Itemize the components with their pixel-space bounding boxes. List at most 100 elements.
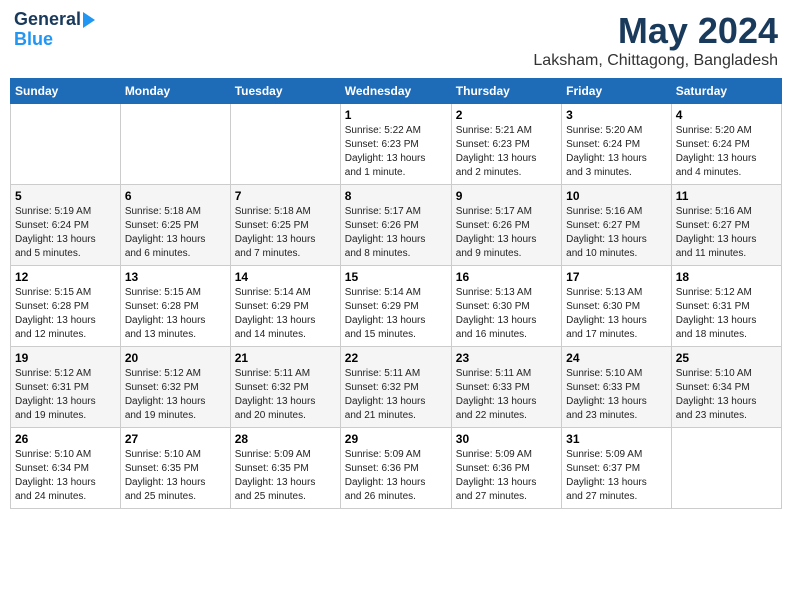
day-cell — [11, 104, 121, 185]
logo-blue-text: Blue — [14, 29, 53, 49]
day-info: Sunrise: 5:12 AMSunset: 6:32 PMDaylight:… — [125, 367, 226, 423]
day-info: Sunrise: 5:10 AMSunset: 6:34 PMDaylight:… — [676, 367, 777, 423]
day-info: Sunrise: 5:10 AMSunset: 6:35 PMDaylight:… — [125, 448, 226, 504]
day-info: Sunrise: 5:15 AMSunset: 6:28 PMDaylight:… — [15, 286, 116, 342]
header-friday: Friday — [562, 79, 672, 104]
week-row-2: 5 Sunrise: 5:19 AMSunset: 6:24 PMDaylight… — [11, 185, 782, 266]
day-info: Sunrise: 5:15 AMSunset: 6:28 PMDaylight:… — [125, 286, 226, 342]
day-number: 7 — [235, 189, 336, 203]
day-info: Sunrise: 5:18 AMSunset: 6:25 PMDaylight:… — [235, 205, 336, 261]
day-number: 22 — [345, 351, 447, 365]
day-cell: 9 Sunrise: 5:17 AMSunset: 6:26 PMDaylight… — [451, 185, 561, 266]
day-number: 16 — [456, 270, 557, 284]
day-info: Sunrise: 5:17 AMSunset: 6:26 PMDaylight:… — [456, 205, 557, 261]
day-info: Sunrise: 5:11 AMSunset: 6:33 PMDaylight:… — [456, 367, 557, 423]
day-number: 13 — [125, 270, 226, 284]
day-number: 10 — [566, 189, 667, 203]
day-info: Sunrise: 5:19 AMSunset: 6:24 PMDaylight:… — [15, 205, 116, 261]
month-title: May 2024 — [533, 10, 778, 52]
day-cell: 29Sunrise: 5:09 AMSunset: 6:36 PMDayligh… — [340, 428, 451, 509]
day-info: Sunrise: 5:11 AMSunset: 6:32 PMDaylight:… — [235, 367, 336, 423]
day-number: 14 — [235, 270, 336, 284]
day-cell: 31Sunrise: 5:09 AMSunset: 6:37 PMDayligh… — [562, 428, 672, 509]
day-cell: 2Sunrise: 5:21 AMSunset: 6:23 PMDaylight… — [451, 104, 561, 185]
day-cell: 15 Sunrise: 5:14 AMSunset: 6:29 PMDayligh… — [340, 266, 451, 347]
day-info: Sunrise: 5:20 AMSunset: 6:24 PMDaylight:… — [566, 124, 667, 180]
page-header: General Blue May 2024 Laksham, Chittagon… — [10, 10, 782, 70]
day-number: 26 — [15, 432, 116, 446]
header-row: SundayMondayTuesdayWednesdayThursdayFrid… — [11, 79, 782, 104]
day-cell: 21Sunrise: 5:11 AMSunset: 6:32 PMDayligh… — [230, 347, 340, 428]
day-cell: 23 Sunrise: 5:11 AMSunset: 6:33 PMDayligh… — [451, 347, 561, 428]
day-number: 20 — [125, 351, 226, 365]
day-cell: 3 Sunrise: 5:20 AMSunset: 6:24 PMDaylight… — [562, 104, 672, 185]
day-cell: 26 Sunrise: 5:10 AMSunset: 6:34 PMDayligh… — [11, 428, 121, 509]
day-info: Sunrise: 5:13 AMSunset: 6:30 PMDaylight:… — [566, 286, 667, 342]
day-info: Sunrise: 5:10 AMSunset: 6:34 PMDaylight:… — [15, 448, 116, 504]
day-number: 17 — [566, 270, 667, 284]
logo-line2: Blue — [14, 30, 53, 50]
day-cell: 13 Sunrise: 5:15 AMSunset: 6:28 PMDayligh… — [120, 266, 230, 347]
day-number: 2 — [456, 108, 557, 122]
day-cell: 6Sunrise: 5:18 AMSunset: 6:25 PMDaylight… — [120, 185, 230, 266]
day-info: Sunrise: 5:14 AMSunset: 6:29 PMDaylight:… — [345, 286, 447, 342]
title-block: May 2024 Laksham, Chittagong, Bangladesh — [533, 10, 778, 70]
logo-line1: General — [14, 10, 95, 30]
day-number: 24 — [566, 351, 667, 365]
day-number: 23 — [456, 351, 557, 365]
day-number: 30 — [456, 432, 557, 446]
day-number: 5 — [15, 189, 116, 203]
day-cell — [120, 104, 230, 185]
day-info: Sunrise: 5:20 AMSunset: 6:24 PMDaylight:… — [676, 124, 777, 180]
day-number: 8 — [345, 189, 447, 203]
day-info: Sunrise: 5:22 AMSunset: 6:23 PMDaylight:… — [345, 124, 447, 180]
day-cell: 20 Sunrise: 5:12 AMSunset: 6:32 PMDayligh… — [120, 347, 230, 428]
day-number: 3 — [566, 108, 667, 122]
week-row-3: 12 Sunrise: 5:15 AMSunset: 6:28 PMDayligh… — [11, 266, 782, 347]
day-number: 12 — [15, 270, 116, 284]
day-cell: 18 Sunrise: 5:12 AMSunset: 6:31 PMDayligh… — [671, 266, 781, 347]
logo-arrow-icon — [83, 12, 95, 28]
day-cell: 5 Sunrise: 5:19 AMSunset: 6:24 PMDaylight… — [11, 185, 121, 266]
day-cell: 1Sunrise: 5:22 AMSunset: 6:23 PMDaylight… — [340, 104, 451, 185]
day-cell: 10Sunrise: 5:16 AMSunset: 6:27 PMDayligh… — [562, 185, 672, 266]
header-sunday: Sunday — [11, 79, 121, 104]
header-saturday: Saturday — [671, 79, 781, 104]
day-cell: 17 Sunrise: 5:13 AMSunset: 6:30 PMDayligh… — [562, 266, 672, 347]
day-info: Sunrise: 5:14 AMSunset: 6:29 PMDaylight:… — [235, 286, 336, 342]
day-number: 31 — [566, 432, 667, 446]
header-tuesday: Tuesday — [230, 79, 340, 104]
day-number: 28 — [235, 432, 336, 446]
week-row-1: 1Sunrise: 5:22 AMSunset: 6:23 PMDaylight… — [11, 104, 782, 185]
location: Laksham, Chittagong, Bangladesh — [533, 52, 778, 70]
day-info: Sunrise: 5:16 AMSunset: 6:27 PMDaylight:… — [676, 205, 777, 261]
calendar-table: SundayMondayTuesdayWednesdayThursdayFrid… — [10, 78, 782, 509]
day-cell: 12 Sunrise: 5:15 AMSunset: 6:28 PMDayligh… — [11, 266, 121, 347]
day-info: Sunrise: 5:18 AMSunset: 6:25 PMDaylight:… — [125, 205, 226, 261]
day-info: Sunrise: 5:17 AMSunset: 6:26 PMDaylight:… — [345, 205, 447, 261]
day-cell: 8 Sunrise: 5:17 AMSunset: 6:26 PMDaylight… — [340, 185, 451, 266]
day-cell: 11 Sunrise: 5:16 AMSunset: 6:27 PMDayligh… — [671, 185, 781, 266]
logo: General Blue — [14, 10, 95, 50]
day-cell — [671, 428, 781, 509]
day-info: Sunrise: 5:09 AMSunset: 6:35 PMDaylight:… — [235, 448, 336, 504]
day-number: 18 — [676, 270, 777, 284]
day-cell: 27Sunrise: 5:10 AMSunset: 6:35 PMDayligh… — [120, 428, 230, 509]
day-number: 19 — [15, 351, 116, 365]
day-cell: 14 Sunrise: 5:14 AMSunset: 6:29 PMDayligh… — [230, 266, 340, 347]
day-number: 4 — [676, 108, 777, 122]
day-cell: 7 Sunrise: 5:18 AMSunset: 6:25 PMDaylight… — [230, 185, 340, 266]
day-cell: 16 Sunrise: 5:13 AMSunset: 6:30 PMDayligh… — [451, 266, 561, 347]
header-wednesday: Wednesday — [340, 79, 451, 104]
week-row-4: 19Sunrise: 5:12 AMSunset: 6:31 PMDayligh… — [11, 347, 782, 428]
day-number: 11 — [676, 189, 777, 203]
day-info: Sunrise: 5:12 AMSunset: 6:31 PMDaylight:… — [676, 286, 777, 342]
day-cell: 24Sunrise: 5:10 AMSunset: 6:33 PMDayligh… — [562, 347, 672, 428]
day-cell: 22 Sunrise: 5:11 AMSunset: 6:32 PMDayligh… — [340, 347, 451, 428]
day-info: Sunrise: 5:13 AMSunset: 6:30 PMDaylight:… — [456, 286, 557, 342]
day-number: 15 — [345, 270, 447, 284]
day-info: Sunrise: 5:11 AMSunset: 6:32 PMDaylight:… — [345, 367, 447, 423]
day-cell: 4 Sunrise: 5:20 AMSunset: 6:24 PMDaylight… — [671, 104, 781, 185]
day-number: 29 — [345, 432, 447, 446]
day-number: 9 — [456, 189, 557, 203]
